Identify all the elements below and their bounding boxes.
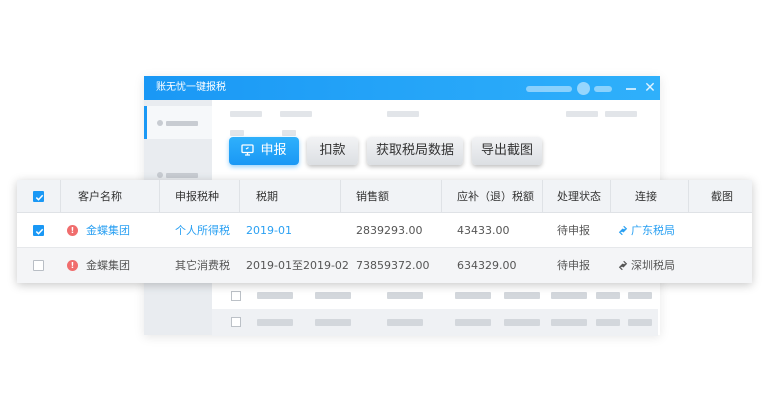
cell-placeholder	[387, 319, 423, 326]
cell-placeholder	[596, 292, 620, 299]
fetch-tax-data-button[interactable]: 获取税局数据	[367, 137, 463, 165]
table-row-placeholder	[212, 309, 658, 336]
row-checkbox[interactable]	[231, 317, 241, 327]
declare-button-label: 申报	[260, 143, 287, 158]
table-row[interactable]: ! 金蝶集团 个人所得税 2019-01 2839293.00 43433.00…	[17, 213, 752, 248]
warning-icon: !	[67, 260, 78, 271]
declare-button[interactable]: 申报	[229, 137, 299, 165]
sidebar-item-icon	[157, 172, 163, 178]
filter-placeholder	[566, 111, 598, 117]
link-icon	[618, 260, 628, 270]
cell-placeholder	[257, 319, 293, 326]
account-name-placeholder	[526, 86, 572, 92]
filter-placeholder	[280, 111, 312, 117]
cell-placeholder	[455, 292, 491, 299]
tax-period: 2019-01	[246, 224, 292, 237]
deduct-button-label: 扣款	[319, 143, 346, 158]
sales-amount: 2839293.00	[356, 224, 423, 237]
tax-bureau-link[interactable]: 深圳税局	[618, 248, 675, 283]
row-checkbox[interactable]	[33, 225, 44, 236]
window-title: 账无忧一键报税	[156, 82, 226, 93]
select-all-checkbox[interactable]	[33, 191, 44, 202]
cell-placeholder	[628, 319, 652, 326]
column-header-customer[interactable]: 客户名称	[78, 180, 122, 213]
table-row-placeholder	[212, 283, 658, 310]
status-text: 待申报	[557, 259, 590, 272]
cell-placeholder	[315, 319, 351, 326]
tax-bureau-link-label: 广东税局	[631, 224, 675, 237]
sidebar-item-active[interactable]	[144, 106, 212, 139]
filter-placeholder	[230, 111, 262, 117]
cell-placeholder	[455, 319, 491, 326]
payable-amount: 634329.00	[457, 259, 517, 272]
filter-placeholder	[230, 130, 244, 136]
avatar[interactable]	[577, 82, 590, 95]
column-header-period[interactable]: 税期	[256, 180, 278, 213]
export-screenshot-button-label: 导出截图	[480, 143, 533, 158]
column-divider	[340, 180, 341, 213]
sidebar-item-icon	[157, 120, 163, 126]
column-divider	[441, 180, 442, 213]
payable-amount: 43433.00	[457, 224, 510, 237]
column-divider	[159, 180, 160, 213]
table-header: 客户名称 申报税种 税期 销售额 应补（退）税额 处理状态 连接 截图	[17, 180, 752, 213]
warning-icon: !	[67, 225, 78, 236]
close-icon[interactable]: ✕	[643, 80, 657, 96]
filter-placeholder	[282, 130, 296, 136]
cell-placeholder	[315, 292, 351, 299]
account-menu-placeholder[interactable]	[594, 86, 612, 92]
customer-name[interactable]: 金蝶集团	[86, 213, 130, 248]
minimize-icon[interactable]	[625, 80, 637, 96]
sales-amount: 73859372.00	[356, 259, 430, 272]
cell-placeholder	[628, 292, 652, 299]
title-bar: 账无忧一键报税 ✕	[144, 76, 660, 100]
column-divider	[688, 180, 689, 213]
monitor-icon	[241, 143, 255, 156]
column-header-payable[interactable]: 应补（退）税额	[457, 180, 534, 213]
link-icon	[618, 225, 628, 235]
cell-placeholder	[387, 292, 423, 299]
sidebar-item-label-placeholder	[166, 121, 198, 126]
filter-placeholder	[387, 111, 419, 117]
cell-placeholder	[504, 292, 540, 299]
column-divider	[610, 180, 611, 213]
tax-type: 其它消费税	[175, 259, 230, 272]
customer-name[interactable]: 金蝶集团	[86, 248, 130, 283]
column-divider	[542, 180, 543, 213]
column-header-tax-type[interactable]: 申报税种	[175, 180, 219, 213]
column-header-sales[interactable]: 销售额	[356, 180, 389, 213]
tax-bureau-link-label: 深圳税局	[631, 259, 675, 272]
table-row[interactable]: ! 金蝶集团 其它消费税 2019-01至2019-02 73859372.00…	[17, 248, 752, 283]
fetch-tax-data-button-label: 获取税局数据	[375, 143, 454, 158]
column-divider	[239, 180, 240, 213]
export-screenshot-button[interactable]: 导出截图	[472, 137, 542, 165]
cell-placeholder	[596, 319, 620, 326]
filter-placeholder	[605, 111, 637, 117]
declaration-table: 客户名称 申报税种 税期 销售额 应补（退）税额 处理状态 连接 截图 ! 金蝶…	[17, 180, 752, 283]
cell-placeholder	[257, 292, 293, 299]
column-header-screenshot[interactable]: 截图	[711, 180, 733, 213]
check-icon	[35, 228, 44, 235]
tax-type: 个人所得税	[175, 224, 230, 237]
cell-placeholder	[504, 319, 540, 326]
tax-bureau-link[interactable]: 广东税局	[618, 213, 675, 248]
column-header-link[interactable]: 连接	[635, 180, 657, 213]
column-header-status[interactable]: 处理状态	[557, 180, 601, 213]
sidebar-item-label-placeholder	[166, 173, 198, 178]
tax-period: 2019-01至2019-02	[246, 259, 349, 272]
row-checkbox[interactable]	[231, 291, 241, 301]
status-text: 待申报	[557, 224, 590, 237]
cell-placeholder	[551, 319, 587, 326]
deduct-button[interactable]: 扣款	[307, 137, 358, 165]
cell-placeholder	[551, 292, 587, 299]
check-icon	[35, 194, 44, 201]
column-divider	[60, 180, 61, 213]
row-checkbox[interactable]	[33, 260, 44, 271]
